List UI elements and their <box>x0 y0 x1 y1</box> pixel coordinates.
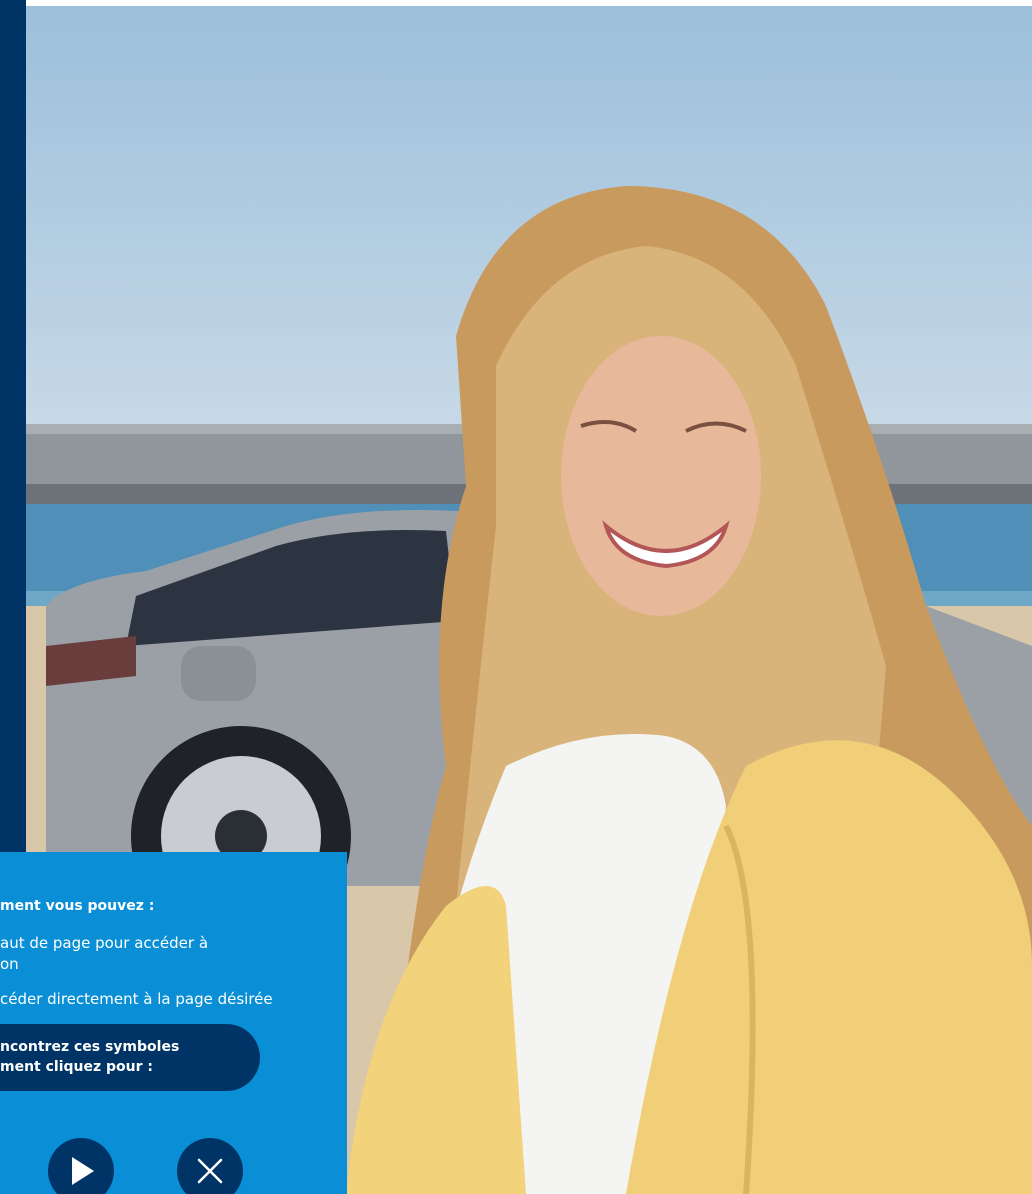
info-heading: ment vous pouvez : <box>0 898 155 914</box>
play-button[interactable] <box>48 1138 114 1194</box>
close-button[interactable] <box>177 1138 243 1194</box>
play-icon <box>72 1157 94 1185</box>
symbols-line-1: ncontrez ces symboles <box>0 1039 180 1055</box>
symbols-pill: ncontrez ces symboles ment cliquez pour … <box>0 1024 260 1091</box>
close-icon <box>197 1158 223 1184</box>
symbols-line-2: ment cliquez pour : <box>0 1059 154 1075</box>
info-panel: ment vous pouvez : aut de page pour accé… <box>0 852 347 1194</box>
info-line-top-of-page: aut de page pour accéder à <box>0 934 209 952</box>
info-line-top-of-page-cont: on <box>0 955 19 973</box>
face <box>561 336 761 616</box>
info-line-direct-access: céder directement à la page désirée <box>0 990 273 1008</box>
